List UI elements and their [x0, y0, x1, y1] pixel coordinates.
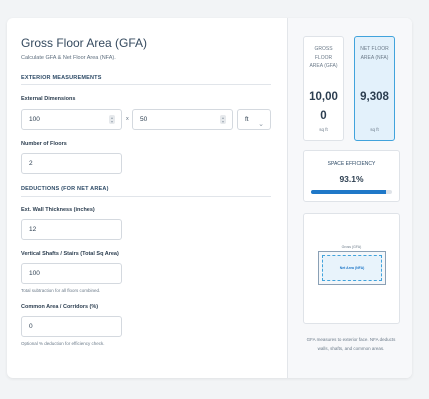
width-spinner-icon[interactable]	[220, 115, 226, 124]
gross-area-card: GROSS FLOOR AREA (GFA) 10,000 sq ft	[303, 36, 344, 141]
unit-value: ft	[245, 116, 249, 123]
shafts-label: Vertical Shafts / Stairs (Total Sq Area)	[21, 251, 119, 257]
efficiency-card: SPACE EFFICIENCY 93.1%	[303, 150, 400, 202]
unit-select[interactable]: ft ⌄	[237, 109, 271, 130]
gross-area-label: GROSS FLOOR AREA (GFA)	[309, 46, 338, 70]
diagram-net-label: Net Area (NFA)	[339, 266, 365, 270]
wall-thickness-label: Ext. Wall Thickness (inches)	[21, 207, 95, 213]
diagram-gross-label: Gross (GFA)	[341, 245, 362, 249]
chevron-down-icon: ⌄	[258, 121, 264, 128]
net-area-card: NET FLOOR AREA (NFA) 9,308 sq ft	[354, 36, 395, 141]
calculator-card: Gross Floor Area (GFA) Calculate GFA & N…	[7, 18, 412, 378]
input-panel: Gross Floor Area (GFA) Calculate GFA & N…	[7, 18, 287, 378]
section-divider	[21, 84, 271, 85]
section-divider	[21, 196, 271, 197]
common-area-input[interactable]: 0	[21, 316, 122, 337]
length-input[interactable]: 100	[21, 109, 122, 130]
results-note: GFA measures to exterior face. NFA deduc…	[306, 337, 396, 351]
floors-input[interactable]: 2	[21, 153, 122, 174]
wall-thickness-input[interactable]: 12	[21, 219, 122, 240]
section-deductions-heading: DEDUCTIONS (FOR NET AREA)	[21, 186, 109, 192]
length-spinner-icon[interactable]	[109, 115, 115, 124]
width-input[interactable]: 50	[132, 109, 233, 130]
floors-label: Number of Floors	[21, 141, 67, 147]
diagram-gross-rect: Net Area (NFA)	[318, 251, 386, 285]
gross-area-unit: sq ft	[319, 127, 328, 132]
net-area-unit: sq ft	[370, 127, 379, 132]
length-value: 100	[29, 116, 40, 123]
efficiency-value: 93.1%	[339, 174, 364, 184]
efficiency-bar-fill	[311, 190, 387, 194]
gross-area-value: 10,000	[309, 91, 338, 122]
shafts-input[interactable]: 100	[21, 263, 122, 284]
shafts-value: 100	[29, 270, 40, 277]
common-area-label: Common Area / Corridors (%)	[21, 304, 99, 310]
common-area-hint: Optional % deduction for efficiency chec…	[21, 341, 105, 346]
wall-thickness-value: 12	[29, 226, 37, 233]
page-subtitle: Calculate GFA & Net Floor Area (NFA).	[21, 55, 116, 61]
common-area-value: 0	[29, 323, 33, 330]
results-panel: GROSS FLOOR AREA (GFA) 10,000 sq ft NET …	[287, 18, 412, 378]
floor-diagram: Gross (GFA) Net Area (NFA)	[303, 213, 400, 324]
page-title: Gross Floor Area (GFA)	[21, 36, 148, 50]
width-value: 50	[140, 116, 148, 123]
efficiency-bar	[311, 190, 392, 194]
efficiency-label: SPACE EFFICIENCY	[327, 161, 376, 167]
section-exterior-heading: EXTERIOR MEASUREMENTS	[21, 75, 102, 81]
diagram-net-rect: Net Area (NFA)	[322, 255, 382, 281]
dimensions-label: External Dimensions	[21, 96, 76, 102]
times-sign: x	[126, 116, 129, 122]
net-area-value: 9,308	[360, 91, 389, 103]
shafts-hint: Total subtraction for all floors combine…	[21, 288, 101, 293]
floors-value: 2	[29, 160, 33, 167]
net-area-label: NET FLOOR AREA (NFA)	[360, 46, 389, 61]
